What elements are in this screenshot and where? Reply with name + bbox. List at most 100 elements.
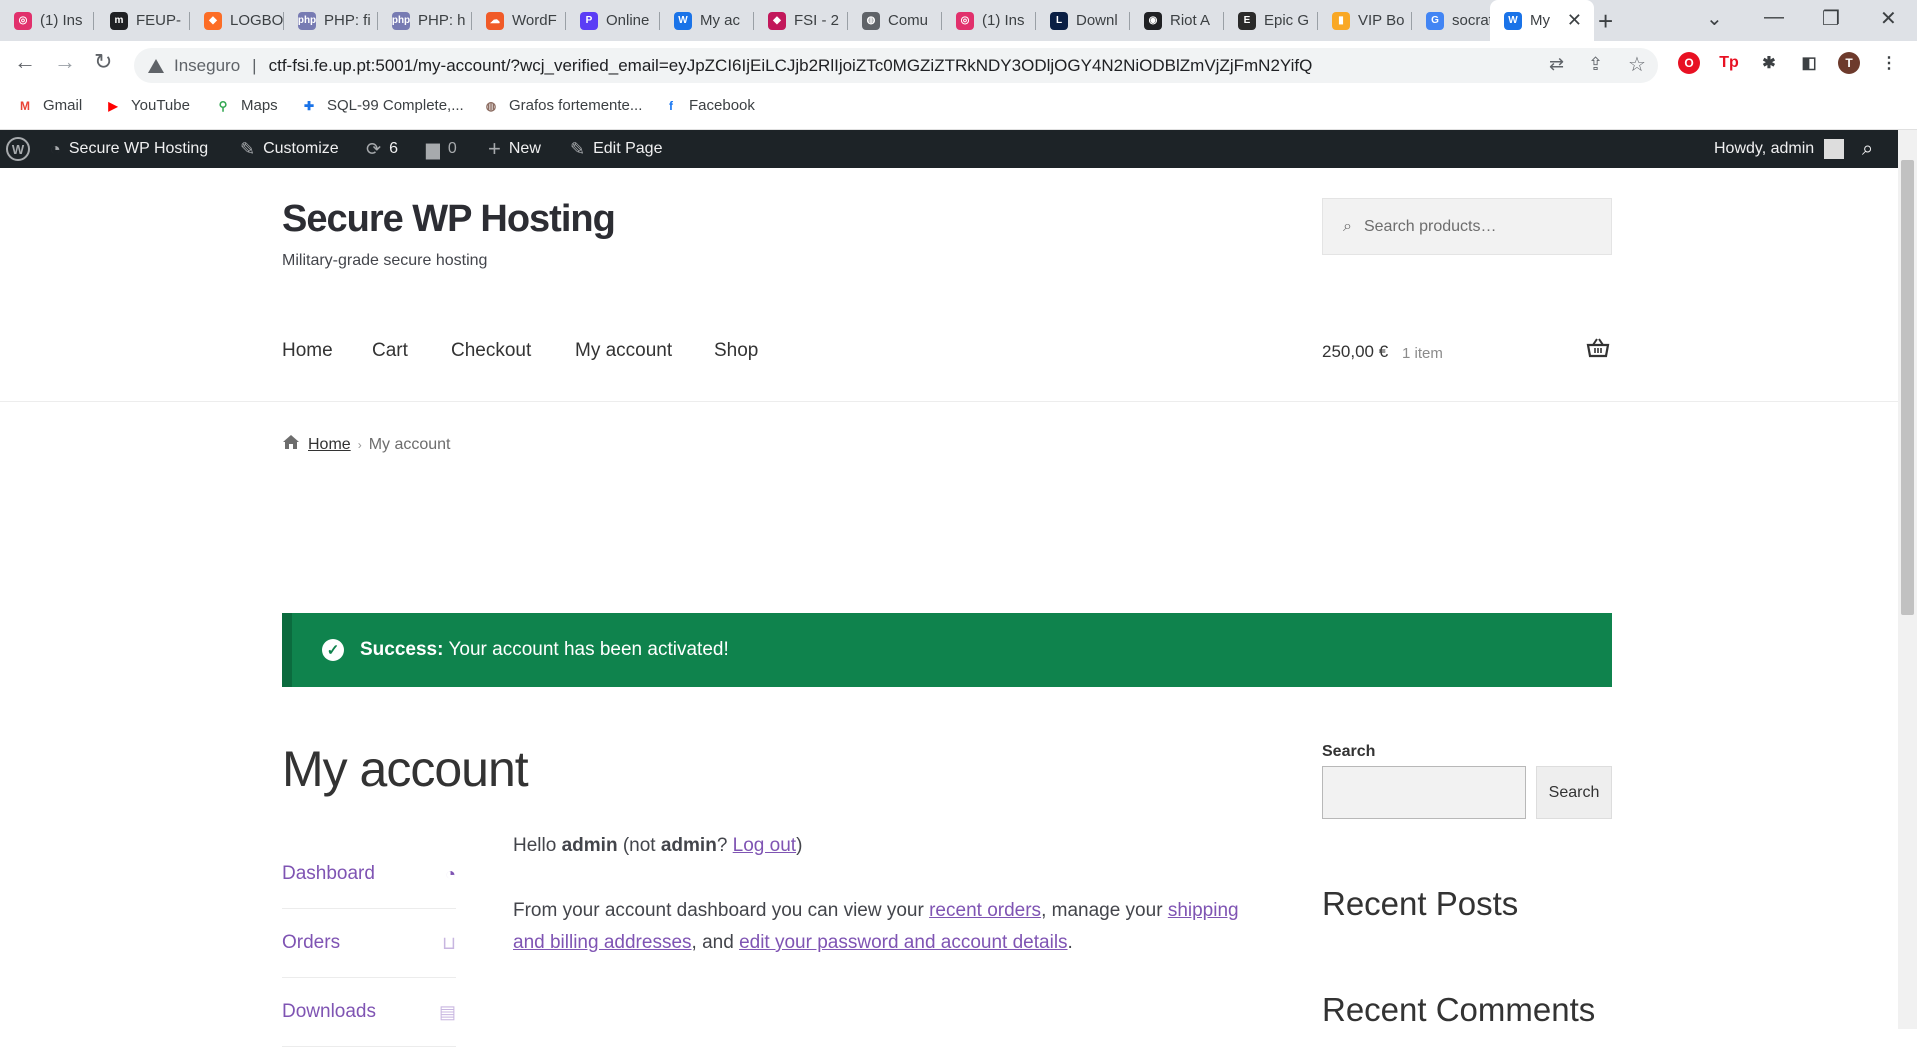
- forward-button[interactable]: →: [54, 49, 76, 75]
- tp-ext-icon[interactable]: Tp: [1718, 52, 1740, 74]
- site-tagline: Military-grade secure hosting: [282, 252, 488, 269]
- home-icon: [282, 434, 300, 455]
- browser-tab[interactable]: P Online: [566, 0, 660, 41]
- omnibox-separator: |: [252, 55, 257, 75]
- tab-favicon-icon: ◎: [14, 11, 32, 30]
- bookmark-favicon-icon: ⚲: [218, 98, 228, 113]
- menu-icon[interactable]: ⋮: [1878, 52, 1900, 74]
- maximize-button[interactable]: ❐: [1822, 6, 1840, 31]
- product-search-input[interactable]: ⌕ Search products…: [1322, 198, 1612, 255]
- address-bar[interactable]: Inseguro | ctf-fsi.fe.up.pt:5001/my-acco…: [134, 48, 1658, 83]
- puzzle-icon[interactable]: ✱: [1758, 52, 1780, 74]
- tab-search-icon[interactable]: ⌄: [1706, 6, 1723, 31]
- new-tab-button[interactable]: +: [1598, 6, 1613, 37]
- browser-tab[interactable]: ◆ LOGBO: [190, 0, 284, 41]
- tab-favicon-icon: L: [1050, 11, 1068, 30]
- breadcrumb-home-link[interactable]: Home: [308, 436, 351, 454]
- browser-tab[interactable]: php PHP: h: [378, 0, 472, 41]
- browser-tab[interactable]: E Epic G: [1224, 0, 1318, 41]
- url-text[interactable]: ctf-fsi.fe.up.pt:5001/my-account/?wcj_ve…: [269, 56, 1313, 76]
- tab-favicon-icon: ☁: [486, 11, 504, 30]
- browser-tab[interactable]: m FEUP-: [96, 0, 190, 41]
- site-title[interactable]: Secure WP Hosting: [282, 198, 616, 241]
- tab-favicon-icon: ◍: [862, 11, 880, 30]
- back-button[interactable]: ←: [14, 49, 36, 75]
- account-nav-orders[interactable]: Orders ⊔: [282, 909, 456, 978]
- admin-comments[interactable]: ▆ 0: [426, 130, 457, 168]
- browser-tab[interactable]: W My ✕: [1490, 0, 1594, 41]
- security-label[interactable]: Inseguro: [174, 56, 240, 76]
- tab-label: PHP: fi: [324, 12, 371, 29]
- tab-label: PHP: h: [418, 12, 466, 29]
- browser-tab[interactable]: php PHP: fi: [284, 0, 378, 41]
- reload-button[interactable]: ↻: [94, 49, 112, 75]
- browser-tab[interactable]: ▮ VIP Bo: [1318, 0, 1412, 41]
- tab-close-icon[interactable]: ✕: [1567, 10, 1582, 31]
- header-divider: [0, 401, 1898, 402]
- browser-tab[interactable]: ◉ Riot A: [1130, 0, 1224, 41]
- sidebar-search-input[interactable]: [1322, 766, 1526, 819]
- opera-ext-icon[interactable]: O: [1678, 52, 1700, 74]
- tab-favicon-icon: W: [674, 11, 692, 30]
- nav-checkout[interactable]: Checkout: [451, 340, 531, 362]
- admin-updates[interactable]: ⟳ 6: [366, 130, 398, 168]
- basket-icon[interactable]: [1586, 338, 1610, 364]
- window-close-button[interactable]: ✕: [1880, 6, 1897, 31]
- admin-search-icon[interactable]: ⌕: [1862, 130, 1873, 168]
- recent-orders-link[interactable]: recent orders: [929, 900, 1041, 921]
- admin-new[interactable]: + New: [488, 130, 541, 168]
- nav-my-account[interactable]: My account: [575, 340, 672, 362]
- browser-tab[interactable]: ◎ (1) Ins: [942, 0, 1036, 41]
- browser-tab[interactable]: ◍ Comu: [848, 0, 942, 41]
- bookmark-item[interactable]: M Gmail: [16, 97, 82, 114]
- bookmark-item[interactable]: ✚ SQL-99 Complete,...: [300, 97, 464, 114]
- bookmark-star-icon[interactable]: ☆: [1628, 52, 1646, 77]
- dashboard-intro: From your account dashboard you can view…: [513, 900, 1239, 953]
- translate-icon[interactable]: ⇄: [1549, 54, 1564, 75]
- browser-tab[interactable]: ◆ FSI - 2: [754, 0, 848, 41]
- nav-shop[interactable]: Shop: [714, 340, 758, 362]
- browser-tab[interactable]: ☁ WordF: [472, 0, 566, 41]
- cart-total[interactable]: 250,00 €: [1322, 342, 1388, 362]
- browser-tab[interactable]: ◎ (1) Ins: [0, 0, 94, 41]
- tab-separator: [93, 12, 94, 30]
- tab-favicon-icon: ◆: [768, 11, 786, 30]
- account-nav-dashboard[interactable]: Dashboard ◔: [282, 840, 456, 909]
- bookmark-favicon-icon: ◍: [485, 98, 497, 113]
- check-circle-icon: ✓: [322, 639, 344, 661]
- bookmark-item[interactable]: f Facebook: [662, 97, 755, 114]
- admin-site-name[interactable]: ◔ Secure WP Hosting: [50, 130, 208, 168]
- bookmark-item[interactable]: ▶ YouTube: [104, 97, 190, 114]
- tab-label: (1) Ins: [982, 12, 1025, 29]
- admin-customize[interactable]: ✎ Customize: [240, 130, 339, 168]
- logout-link[interactable]: Log out: [733, 835, 796, 856]
- cart-count[interactable]: 1 item: [1402, 345, 1443, 362]
- admin-edit-page[interactable]: ✎ Edit Page: [570, 130, 662, 168]
- profile-avatar[interactable]: T: [1838, 52, 1860, 74]
- browser-tab[interactable]: W My ac: [660, 0, 754, 41]
- tab-label: FEUP-: [136, 12, 181, 29]
- tab-favicon-icon: ◎: [956, 11, 974, 30]
- wp-logo-icon[interactable]: W: [6, 130, 30, 168]
- account-nav-downloads[interactable]: Downloads ▤: [282, 978, 456, 1047]
- sidebar-search-button[interactable]: Search: [1536, 766, 1612, 819]
- nav-home[interactable]: Home: [282, 340, 333, 362]
- scrollbar-thumb[interactable]: [1901, 160, 1914, 615]
- tab-label: Riot A: [1170, 12, 1211, 29]
- minimize-button[interactable]: —: [1764, 6, 1784, 29]
- bookmark-item[interactable]: ⚲ Maps: [214, 97, 278, 114]
- chevron-right-icon: ›: [357, 437, 362, 452]
- sidepanel-icon[interactable]: ◧: [1798, 52, 1820, 74]
- tab-label: Downl: [1076, 12, 1118, 29]
- share-icon[interactable]: ⇪: [1588, 54, 1603, 75]
- account-details-link[interactable]: edit your password and account details: [739, 932, 1067, 953]
- comment-icon: ▆: [426, 138, 440, 159]
- nav-cart[interactable]: Cart: [372, 340, 408, 362]
- tab-label: FSI - 2: [794, 12, 840, 29]
- tab-label: (1) Ins: [40, 12, 83, 29]
- admin-account[interactable]: Howdy, admin: [1714, 130, 1845, 168]
- bookmark-item[interactable]: ◍ Grafos fortemente...: [482, 97, 643, 114]
- breadcrumb: Home › My account: [282, 434, 451, 455]
- browser-tab[interactable]: L Downl: [1036, 0, 1130, 41]
- tab-label: Online: [606, 12, 650, 29]
